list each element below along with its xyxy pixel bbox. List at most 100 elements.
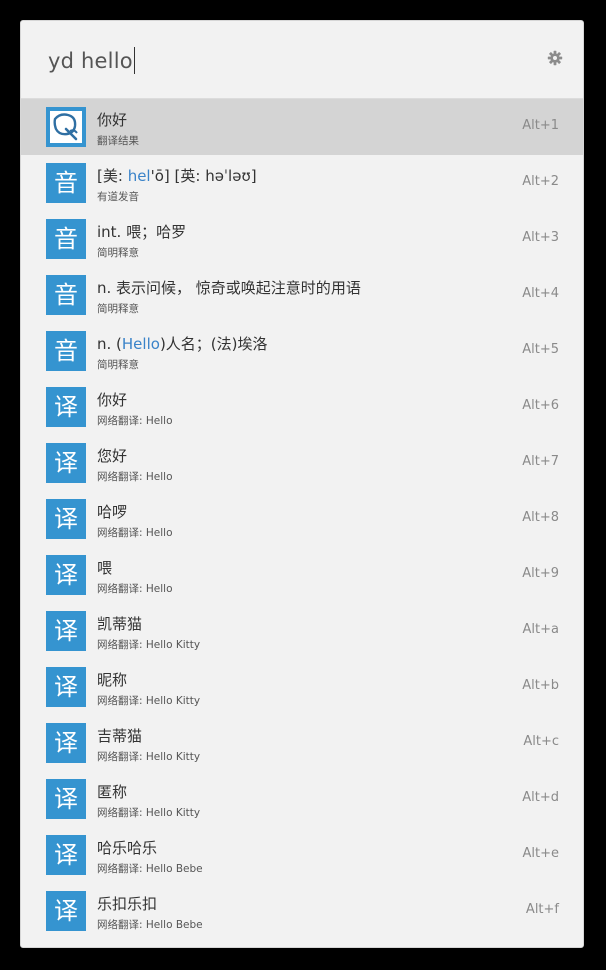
query-input[interactable]: yd hello — [48, 47, 135, 74]
result-subtitle: 网络翻译: Hello Bebe — [97, 919, 203, 931]
translation-icon: 译 — [46, 667, 86, 707]
result-title-part: )人名；(法)埃洛 — [159, 335, 268, 353]
youdao-translate-icon — [46, 107, 86, 147]
result-subtitle: 网络翻译: Hello Kitty — [97, 695, 201, 707]
translation-icon: 译 — [46, 555, 86, 595]
result-subtitle: 网络翻译: Hello Kitty — [97, 639, 201, 651]
result-subtitle: 简明释意 — [97, 359, 139, 371]
result-title-part: Hello — [121, 335, 160, 353]
result-title-part: 哈乐哈乐 — [97, 839, 158, 857]
result-title: 你好 — [97, 389, 127, 410]
translation-icon: 译 — [46, 723, 86, 763]
result-subtitle: 网络翻译: Hello — [97, 471, 173, 483]
result-shortcut: Alt+6 — [522, 398, 559, 413]
result-subtitle: 网络翻译: Hello — [97, 415, 173, 427]
result-title: n. 表示问候， 惊奇或唤起注意时的用语 — [97, 277, 361, 298]
result-row[interactable]: 译你好网络翻译: Hello Alt+6 — [21, 379, 583, 435]
result-title-part: 匿称 — [97, 783, 128, 801]
translation-icon: 译 — [46, 611, 86, 651]
result-shortcut: Alt+e — [522, 846, 560, 861]
result-subtitle: 网络翻译: Hello — [97, 527, 173, 539]
result-shortcut: Alt+a — [522, 622, 559, 637]
result-row[interactable]: 译喂网络翻译: Hello Alt+9 — [21, 547, 583, 603]
result-shortcut: Alt+4 — [522, 286, 559, 301]
translation-icon: 译 — [46, 499, 86, 539]
result-shortcut: Alt+d — [522, 790, 559, 805]
result-title-part: [美: — [97, 167, 128, 185]
result-shortcut: Alt+f — [525, 902, 559, 917]
result-shortcut: Alt+b — [522, 678, 559, 693]
translation-icon: 译 — [46, 387, 86, 427]
pronunciation-icon: 音 — [46, 163, 86, 203]
result-subtitle: 简明释意 — [97, 303, 139, 315]
result-subtitle: 网络翻译: Hello Bebe — [97, 863, 203, 875]
result-row[interactable]: 译哈乐哈乐网络翻译: Hello Bebe Alt+e — [21, 827, 583, 883]
result-title-part: 你好 — [97, 391, 128, 409]
result-shortcut: Alt+1 — [522, 118, 559, 133]
result-title: 哈乐哈乐 — [97, 837, 157, 858]
translation-icon: 译 — [46, 835, 86, 875]
pronunciation-icon: 音 — [46, 275, 86, 315]
result-title-part: 'ō] [英: həˈləʊ] — [150, 167, 257, 185]
result-row[interactable]: 音 int. 喂；哈罗简明释意 Alt+3 — [21, 211, 583, 267]
result-title-part: n. ( — [97, 335, 122, 353]
result-title: 哈啰 — [97, 501, 127, 522]
result-row[interactable]: 音 n. (Hello)人名；(法)埃洛简明释意 Alt+5 — [21, 323, 583, 379]
launcher-window: yd hello 你好 翻译结果 Alt+1 音 [美: hel'ō] [英: həˈl… — [20, 20, 584, 948]
result-row[interactable]: 译哈啰网络翻译: Hello Alt+8 — [21, 491, 583, 547]
result-title: 匿称 — [97, 781, 127, 802]
result-subtitle: 有道发音 — [97, 191, 139, 203]
result-title: 吉蒂猫 — [97, 725, 142, 746]
result-shortcut: Alt+7 — [522, 454, 559, 469]
result-shortcut: Alt+2 — [522, 174, 559, 189]
result-title-part: 吉蒂猫 — [97, 727, 143, 745]
result-shortcut: Alt+9 — [522, 566, 559, 581]
translation-icon: 译 — [46, 891, 86, 931]
result-shortcut: Alt+c — [523, 734, 559, 749]
translation-icon: 译 — [46, 779, 86, 819]
result-shortcut: Alt+8 — [522, 510, 559, 525]
result-title: 凯蒂猫 — [97, 613, 142, 634]
result-title-part: 乐扣乐扣 — [97, 895, 158, 913]
result-title: n. (Hello)人名；(法)埃洛 — [97, 333, 268, 354]
query-bar[interactable]: yd hello — [21, 21, 583, 99]
result-title: 你好 — [97, 109, 127, 130]
result-shortcut: Alt+3 — [522, 230, 559, 245]
result-subtitle: 网络翻译: Hello Kitty — [97, 751, 201, 763]
result-title: [美: hel'ō] [英: həˈləʊ] — [97, 165, 257, 186]
result-row[interactable]: 译乐扣乐扣网络翻译: Hello Bebe Alt+f — [21, 883, 583, 939]
result-title-part: 喂 — [97, 559, 113, 577]
result-title: 喂 — [97, 557, 112, 578]
result-title-part: 哈啰 — [97, 503, 128, 521]
result-row[interactable]: 译凯蒂猫网络翻译: Hello Kitty Alt+a — [21, 603, 583, 659]
result-row[interactable]: 译昵称网络翻译: Hello Kitty Alt+b — [21, 659, 583, 715]
result-title: 乐扣乐扣 — [97, 893, 157, 914]
result-title: 您好 — [97, 445, 127, 466]
result-subtitle: 翻译结果 — [97, 135, 139, 147]
translation-icon: 译 — [46, 443, 86, 483]
query-text: yd hello — [48, 49, 133, 73]
result-shortcut: Alt+5 — [522, 342, 559, 357]
gear-icon[interactable] — [547, 50, 563, 66]
result-row[interactable]: 音 [美: hel'ō] [英: həˈləʊ] 有道发音 Alt+2 — [21, 155, 583, 211]
result-title-part: 你好 — [97, 111, 128, 129]
result-row[interactable]: 译匿称 网络翻译: Hello Kitty Alt+d — [21, 771, 583, 827]
result-subtitle: 网络翻译: Hello — [97, 583, 173, 595]
result-row[interactable]: 译吉蒂猫网络翻译: Hello Kitty Alt+c — [21, 715, 583, 771]
result-title-part: int. 喂；哈罗 — [97, 223, 187, 241]
text-caret — [133, 47, 135, 74]
pronunciation-icon: 音 — [46, 331, 86, 371]
result-row[interactable]: 你好翻译结果 Alt+1 — [21, 99, 583, 155]
result-row[interactable]: 音 n. 表示问候， 惊奇或唤起注意时的用语简明释意 Alt+4 — [21, 267, 583, 323]
results-list: 你好 翻译结果 Alt+1 音 [美: hel'ō] [英: həˈləʊ] 有道发音 Al… — [21, 99, 583, 939]
result-title: int. 喂；哈罗 — [97, 221, 186, 242]
result-subtitle: 简明释意 — [97, 247, 139, 259]
result-title-part: hel — [127, 167, 151, 185]
result-row[interactable]: 译您好网络翻译: Hello Alt+7 — [21, 435, 583, 491]
result-title-part: 您好 — [97, 447, 128, 465]
result-title-part: 昵称 — [97, 671, 128, 689]
result-title-part: 凯蒂猫 — [97, 615, 143, 633]
result-title: 昵称 — [97, 669, 127, 690]
result-title-part: n. 表示问候， 惊奇或唤起注意时的用语 — [97, 279, 361, 297]
pronunciation-icon: 音 — [46, 219, 86, 259]
